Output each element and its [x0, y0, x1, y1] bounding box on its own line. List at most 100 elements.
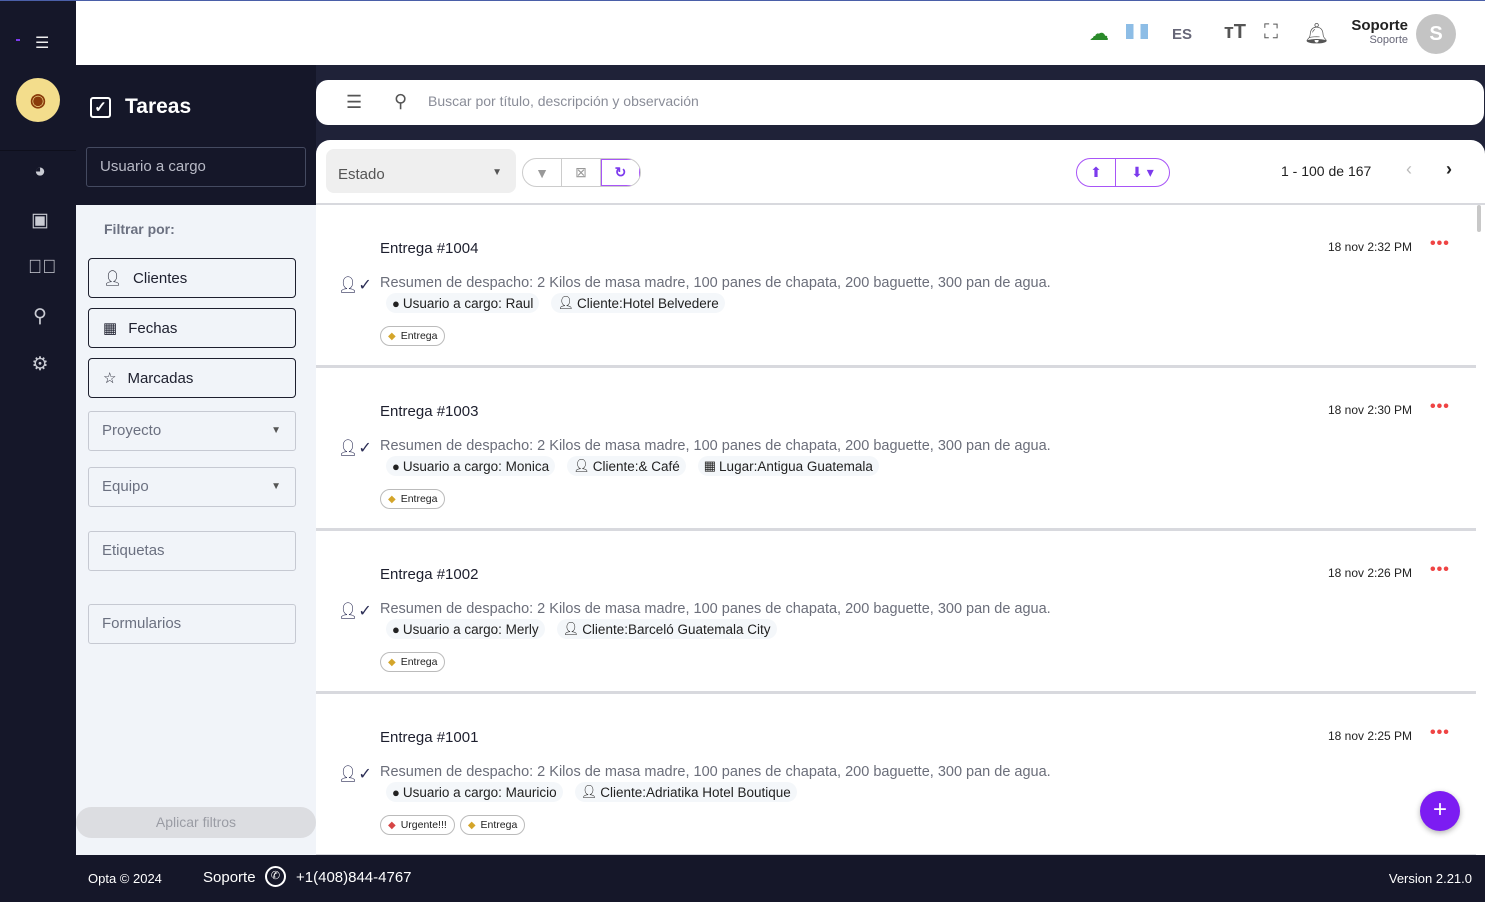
caret-down-icon: ▼ [271, 481, 281, 492]
divider [0, 150, 76, 151]
user-circle-icon: ● [392, 295, 400, 311]
place-chip: ▦ Lugar:Antigua Guatemala [697, 456, 879, 476]
upload-icon[interactable]: ⬆ [1077, 159, 1116, 186]
support-phone[interactable]: +1(408)844-4767 [296, 869, 412, 886]
task-date: 18 nov 2:32 PM [1328, 240, 1413, 254]
next-page-icon[interactable]: › [1446, 159, 1452, 180]
task-title[interactable]: Entrega #1001 [380, 729, 478, 746]
copyright: Opta © 2024 [88, 871, 162, 886]
task-title[interactable]: Entrega #1004 [380, 240, 478, 257]
tasks-check-circle-icon[interactable]: ✓⃝ [28, 257, 57, 279]
task-date: 18 nov 2:25 PM [1328, 729, 1413, 743]
tag-badge[interactable]: ◆ Entrega [380, 489, 446, 509]
refresh-icon[interactable]: ↻ [601, 159, 640, 186]
import-export-group: ⬆ ⬇ ▾ [1076, 158, 1170, 187]
dashboard-pie-icon[interactable]: ◕ [28, 161, 52, 183]
guatemala-flag-icon[interactable] [1126, 24, 1148, 39]
apply-filters-button[interactable]: Aplicar filtros [76, 807, 316, 838]
task-title[interactable]: Entrega #1002 [380, 566, 478, 583]
task-title[interactable]: Entrega #1003 [380, 403, 478, 420]
person-icon: 👤︎ [103, 270, 123, 287]
tag-badge[interactable]: ◆ Urgente!!! [380, 815, 455, 835]
add-task-button[interactable]: + [1420, 791, 1460, 831]
user-menu[interactable]: Soporte Soporte [1351, 17, 1408, 46]
font-size-icon[interactable]: ᴛT [1224, 21, 1246, 44]
task-chips: ● Usuario a cargo: Monica 👤︎ Cliente:& Caf… [386, 456, 879, 476]
download-icon[interactable]: ⬇ ▾ [1116, 159, 1169, 186]
more-options-icon[interactable]: ••• [1430, 724, 1450, 742]
contacts-card-icon[interactable]: ▣ [28, 209, 52, 231]
client-chip: 👤︎ Cliente:Adriatika Hotel Boutique [574, 782, 797, 802]
search-bar: ☰ ⚲ Buscar por título, descripción y obs… [316, 80, 1484, 125]
panel-header: ✓ Tareas Usuario a cargo [76, 65, 316, 205]
tags-input[interactable]: Etiquetas [88, 531, 296, 571]
search-icon: ⚲ [394, 91, 408, 111]
person-icon: 👤︎ [557, 295, 574, 310]
task-summary: Resumen de despacho: 2 Kilos de masa mad… [380, 601, 1051, 617]
fullscreen-icon[interactable]: ⛶ [1264, 21, 1278, 44]
more-options-icon[interactable]: ••• [1430, 398, 1450, 416]
search-input[interactable]: Buscar por título, descripción y observa… [428, 93, 699, 109]
user-circle-icon: ● [392, 621, 400, 637]
user-filter-input[interactable]: Usuario a cargo [86, 147, 306, 187]
task-list: Entrega #1004 18 nov 2:32 PM ••• 👤︎✓ Res… [316, 205, 1485, 855]
project-select[interactable]: Proyecto ▼ [88, 411, 296, 451]
menu-icon[interactable]: ☰ [346, 92, 362, 113]
filter-dates-button[interactable]: ▦ Fechas [88, 308, 296, 348]
assignee-chip: ● Usuario a cargo: Mauricio [386, 782, 563, 802]
tag-badge[interactable]: ◆ Entrega [459, 815, 526, 835]
language-selector[interactable]: ES [1172, 26, 1192, 43]
location-pin-icon[interactable]: ⚲ [28, 305, 52, 327]
pagination-info: 1 - 100 de 167 [1281, 163, 1372, 179]
avatar[interactable]: S [1416, 14, 1456, 54]
more-options-icon[interactable]: ••• [1430, 235, 1450, 253]
scrollbar[interactable] [1477, 205, 1481, 232]
status-select[interactable]: Estado ▼ [326, 149, 516, 193]
clear-filter-icon[interactable]: ⊠ [562, 159, 601, 186]
person-check-icon: 👤︎✓ [338, 766, 372, 783]
company-logo[interactable]: ◉ [16, 78, 60, 122]
bell-icon[interactable]: 🔔︎ [1304, 21, 1329, 46]
more-options-icon[interactable]: ••• [1430, 561, 1450, 579]
person-icon: 👤︎ [562, 621, 580, 636]
version: Version 2.21.0 [1388, 871, 1472, 886]
tag-icon: ◆ [467, 819, 476, 831]
task-card[interactable]: Entrega #1001 18 nov 2:25 PM ••• 👤︎✓ Res… [316, 694, 1476, 855]
assignee-chip: ● Usuario a cargo: Monica [386, 456, 556, 476]
filter-button-group: ▼ ⊠ ↻ [522, 158, 641, 187]
page-title-text: Tareas [125, 95, 192, 118]
task-card[interactable]: Entrega #1002 18 nov 2:26 PM ••• 👤︎✓ Res… [316, 531, 1476, 694]
building-icon: ▦ [703, 458, 717, 473]
task-tags: ◆ Urgente!!! ◆ Entrega [380, 815, 526, 835]
tag-icon: ◆ [388, 819, 396, 831]
team-select[interactable]: Equipo ▼ [88, 467, 296, 507]
assignee-chip: ● Usuario a cargo: Raul [386, 293, 540, 313]
filter-starred-button[interactable]: ☆ Marcadas [88, 358, 296, 398]
task-card[interactable]: Entrega #1004 18 nov 2:32 PM ••• 👤︎✓ Res… [316, 205, 1476, 368]
forms-input[interactable]: Formularios [88, 604, 296, 644]
person-check-icon: 👤︎✓ [338, 440, 372, 457]
task-card[interactable]: Entrega #1003 18 nov 2:30 PM ••• 👤︎✓ Res… [316, 368, 1476, 531]
task-summary: Resumen de despacho: 2 Kilos de masa mad… [380, 438, 1051, 454]
footer: Opta © 2024 Soporte ✆ +1(408)844-4767 Ve… [0, 855, 1485, 902]
user-settings-icon[interactable]: ⚙ [28, 353, 52, 375]
button-label: Clientes [133, 269, 188, 287]
tag-icon: ◆ [388, 656, 396, 668]
task-summary: Resumen de despacho: 2 Kilos de masa mad… [380, 764, 1051, 780]
prev-page-icon[interactable]: ‹ [1406, 159, 1412, 180]
indicator [16, 39, 20, 41]
task-chips: ● Usuario a cargo: Raul 👤︎ Cliente:Hotel B… [386, 293, 725, 313]
filter-icon[interactable]: ▼ [523, 159, 562, 186]
task-chips: ● Usuario a cargo: Merly 👤︎ Cliente:Barcel… [386, 619, 777, 639]
menu-icon[interactable]: ☰ [35, 33, 49, 53]
tag-badge[interactable]: ◆ Entrega [380, 326, 446, 346]
person-check-icon: 👤︎✓ [338, 277, 372, 294]
assignee-chip: ● Usuario a cargo: Merly [386, 619, 545, 639]
task-tags: ◆ Entrega [380, 326, 446, 346]
page-title: ✓ Tareas [90, 95, 191, 119]
whatsapp-icon[interactable]: ✆ [265, 866, 286, 887]
user-name: Soporte [1351, 17, 1408, 34]
tag-badge[interactable]: ◆ Entrega [380, 652, 446, 672]
filter-clients-button[interactable]: 👤︎ Clientes [88, 258, 296, 298]
task-summary: Resumen de despacho: 2 Kilos de masa mad… [380, 275, 1051, 291]
